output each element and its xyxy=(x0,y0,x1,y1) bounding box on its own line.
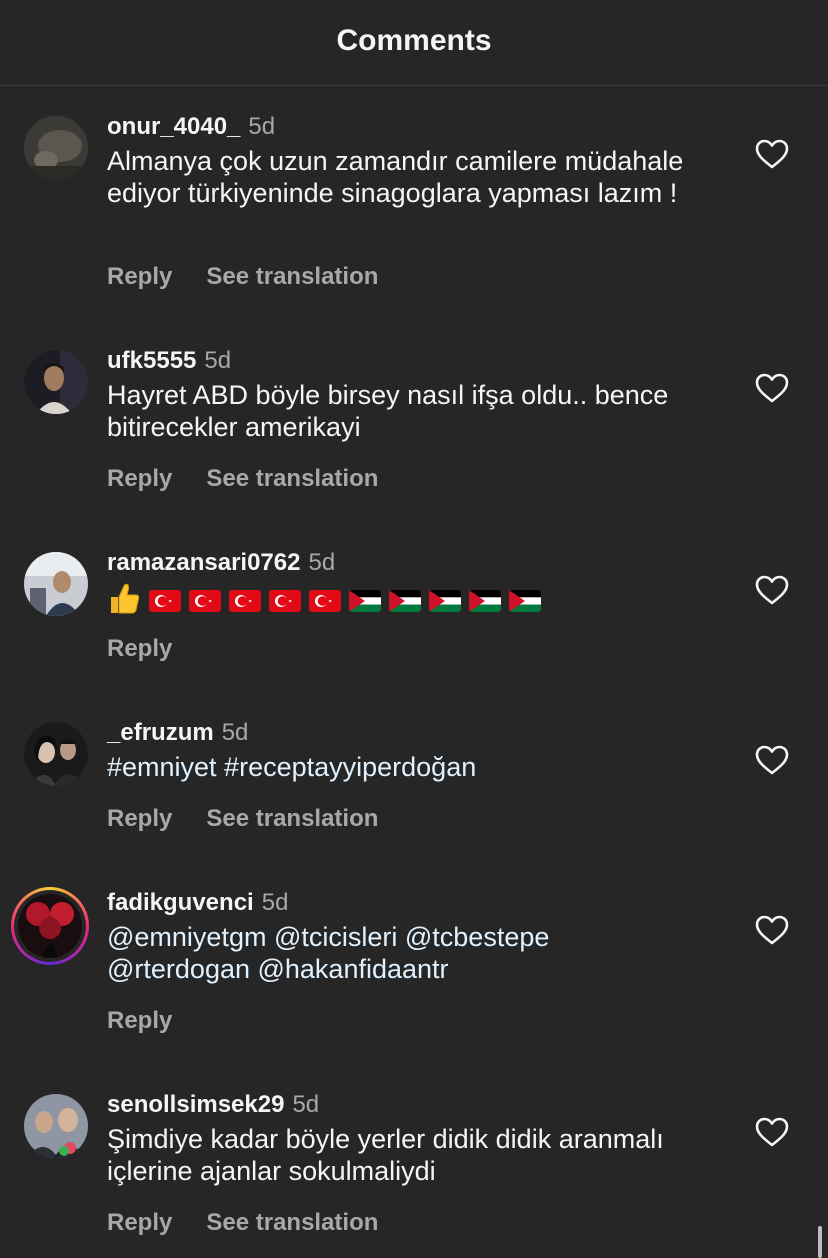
comment-text: Almanya çok uzun zamandır camilere müdah… xyxy=(107,146,684,208)
avatar[interactable] xyxy=(24,116,88,180)
reply-button[interactable]: Reply xyxy=(107,635,172,663)
reply-button[interactable]: Reply xyxy=(107,1007,172,1035)
like-button[interactable] xyxy=(752,136,792,176)
comment-time: 5d xyxy=(292,1091,320,1118)
avatar[interactable] xyxy=(24,350,88,414)
see-translation-button[interactable]: See translation xyxy=(206,805,378,833)
comment-text[interactable]: #emniyet #receptayyiperdoğan xyxy=(107,751,727,783)
flag-jordan-icon xyxy=(509,590,541,612)
thumbs-up-icon xyxy=(107,581,141,622)
heart-icon xyxy=(755,575,789,610)
reply-button[interactable]: Reply xyxy=(107,263,172,291)
comment-username[interactable]: fadikguvenci xyxy=(107,889,254,917)
like-button[interactable] xyxy=(752,742,792,782)
heart-icon xyxy=(755,373,789,408)
comment-text[interactable]: @emniyetgm @tcicisleri @tcbestepe @rterd… xyxy=(107,921,607,985)
flag-jordan-icon xyxy=(469,590,501,612)
heart-icon xyxy=(755,1117,789,1152)
like-button[interactable] xyxy=(752,370,792,410)
heart-icon xyxy=(755,915,789,950)
reply-button[interactable]: Reply xyxy=(107,465,172,493)
avatar[interactable] xyxy=(24,1094,88,1158)
flag-jordan-icon xyxy=(389,590,421,612)
flag-turkey-icon xyxy=(189,590,221,612)
see-translation-button[interactable]: See translation xyxy=(206,263,378,291)
flag-turkey-icon xyxy=(269,590,301,612)
like-button[interactable] xyxy=(752,572,792,612)
avatar[interactable] xyxy=(24,552,88,616)
comment-username[interactable]: senollsimsek29 xyxy=(107,1091,284,1119)
flag-turkey-icon xyxy=(149,590,181,612)
like-button[interactable] xyxy=(752,912,792,952)
like-button[interactable] xyxy=(752,1114,792,1154)
comment-time: 5d xyxy=(204,347,232,374)
flag-jordan-icon xyxy=(429,590,461,612)
comment-time: 5d xyxy=(248,113,276,140)
flag-turkey-icon xyxy=(229,590,261,612)
comment-time: 5d xyxy=(308,549,336,576)
heart-icon xyxy=(755,139,789,174)
avatar-story-ring[interactable] xyxy=(11,887,89,965)
scrollbar[interactable] xyxy=(818,1226,822,1258)
avatar[interactable] xyxy=(24,722,88,786)
heart-icon xyxy=(755,745,789,780)
reply-button[interactable]: Reply xyxy=(107,805,172,833)
comments-header: Comments xyxy=(0,0,828,86)
see-translation-button[interactable]: See translation xyxy=(206,1209,378,1237)
comment-text: Hayret ABD böyle birsey nasıl ifşa oldu.… xyxy=(107,380,669,442)
comment-text xyxy=(107,581,727,621)
page-title: Comments xyxy=(336,23,492,57)
reply-button[interactable]: Reply xyxy=(107,1209,172,1237)
comment-username[interactable]: ramazansari0762 xyxy=(107,549,300,577)
comment-username[interactable]: onur_4040_ xyxy=(107,113,240,141)
see-translation-button[interactable]: See translation xyxy=(206,465,378,493)
comment-text: Şimdiye kadar böyle yerler didik didik a… xyxy=(107,1124,664,1186)
comment-username[interactable]: ufk5555 xyxy=(107,347,196,375)
comment-time: 5d xyxy=(261,889,289,916)
comment-username[interactable]: _efruzum xyxy=(107,719,214,747)
flag-turkey-icon xyxy=(309,590,341,612)
flag-jordan-icon xyxy=(349,590,381,612)
comment-time: 5d xyxy=(221,719,249,746)
